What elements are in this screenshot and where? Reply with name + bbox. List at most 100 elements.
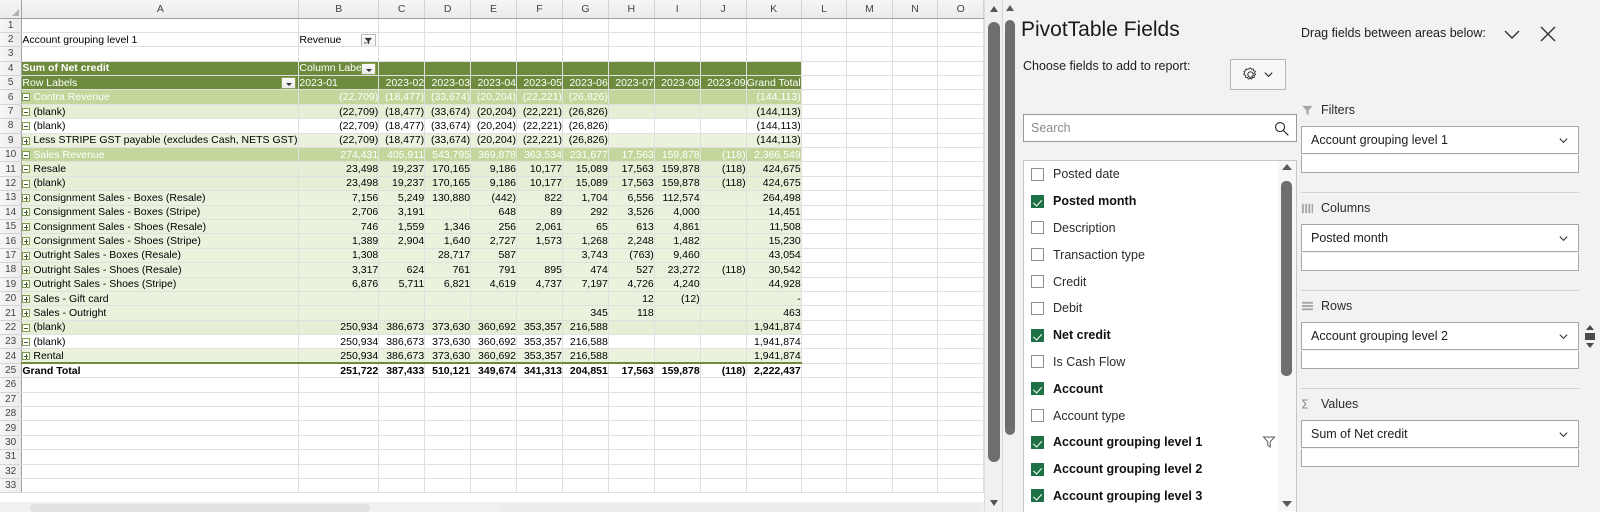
empty-cell[interactable] <box>937 18 984 33</box>
empty-cell[interactable] <box>937 363 984 379</box>
pivot-value-cell[interactable] <box>378 305 426 321</box>
pivot-value-cell[interactable] <box>608 334 655 350</box>
pivot-value-cell[interactable]: (18,477) <box>378 118 426 134</box>
empty-cell[interactable] <box>937 277 984 292</box>
empty-cell[interactable] <box>746 392 802 408</box>
empty-cell[interactable] <box>424 32 472 48</box>
row-header-3[interactable]: 3 <box>0 46 23 62</box>
empty-cell[interactable] <box>937 61 984 77</box>
pivot-value-cell[interactable]: 1,941,874 <box>746 348 802 364</box>
empty-cell[interactable] <box>378 449 426 465</box>
pivot-value-cell[interactable]: - <box>746 291 802 307</box>
empty-cell[interactable] <box>21 435 300 451</box>
field-list-item-transaction-type[interactable]: Transaction type <box>1024 241 1296 268</box>
field-list-item-is-cash-flow[interactable]: Is Cash Flow <box>1024 349 1296 376</box>
empty-cell[interactable] <box>470 18 518 33</box>
pivot-value-cell[interactable] <box>654 305 701 321</box>
empty-cell[interactable] <box>846 190 893 206</box>
collapse-icon[interactable] <box>22 150 31 159</box>
pivot-value-cell[interactable]: (442) <box>470 190 518 206</box>
empty-cell[interactable] <box>700 478 747 494</box>
empty-cell[interactable] <box>21 392 300 408</box>
empty-cell[interactable] <box>801 190 848 206</box>
column-header-I[interactable]: I <box>654 0 701 19</box>
empty-cell[interactable] <box>801 219 848 235</box>
empty-cell[interactable] <box>298 420 380 436</box>
empty-cell[interactable] <box>846 449 893 465</box>
row-header-14[interactable]: 14 <box>0 205 23 220</box>
pivot-header-cell[interactable] <box>746 61 802 77</box>
pivot-value-cell[interactable]: 373,630 <box>424 348 472 364</box>
empty-cell[interactable] <box>937 46 984 62</box>
field-list-scroll-up-icon[interactable] <box>1282 164 1292 170</box>
empty-cell[interactable] <box>937 464 984 480</box>
checkbox-debit[interactable] <box>1031 301 1044 315</box>
checkbox-posted-date[interactable] <box>1031 167 1044 181</box>
empty-cell[interactable] <box>298 18 380 33</box>
column-header-H[interactable]: H <box>608 0 655 19</box>
pivot-value-cell[interactable]: 3,743 <box>562 248 609 264</box>
empty-cell[interactable] <box>21 406 300 422</box>
pivot-value-cell[interactable] <box>700 305 747 321</box>
empty-cell[interactable] <box>892 161 939 177</box>
pivot-value-cell[interactable]: 216,588 <box>562 334 609 350</box>
empty-cell[interactable] <box>892 464 939 480</box>
pivot-value-cell[interactable]: 159,878 <box>654 147 701 163</box>
row-header-33[interactable]: 33 <box>0 478 23 494</box>
empty-cell[interactable] <box>21 449 300 465</box>
empty-cell[interactable] <box>892 147 939 163</box>
empty-cell[interactable] <box>892 118 939 134</box>
pivot-value-cell[interactable]: (20,204) <box>470 89 518 105</box>
column-header-O[interactable]: O <box>937 0 984 19</box>
field-list-item-credit[interactable]: Credit <box>1024 268 1296 295</box>
pivot-row-label[interactable]: Outright Sales - Shoes (Resale) <box>21 262 300 278</box>
checkbox-is-cash-flow[interactable] <box>1031 355 1044 369</box>
empty-cell[interactable] <box>892 334 939 350</box>
row-header-11[interactable]: 11 <box>0 161 23 177</box>
horizontal-scroll-thumb-left[interactable] <box>30 504 370 512</box>
empty-cell[interactable] <box>746 18 802 33</box>
pivot-value-cell[interactable] <box>700 334 747 350</box>
pivot-value-cell[interactable] <box>700 219 747 235</box>
empty-cell[interactable] <box>801 377 848 393</box>
empty-cell[interactable] <box>801 205 848 220</box>
checkbox-credit[interactable] <box>1031 275 1044 289</box>
empty-cell[interactable] <box>700 449 747 465</box>
pivot-value-cell[interactable]: 23,272 <box>654 262 701 278</box>
pivot-value-cell[interactable]: 463 <box>746 305 802 321</box>
empty-cell[interactable] <box>21 420 300 436</box>
pivot-value-cell[interactable]: 251,722 <box>298 362 380 379</box>
row-header-29[interactable]: 29 <box>0 420 23 436</box>
pivot-row-label[interactable]: (blank) <box>21 104 300 120</box>
collapse-icon[interactable] <box>22 179 31 188</box>
empty-cell[interactable] <box>892 46 939 62</box>
empty-cell[interactable] <box>470 435 518 451</box>
empty-cell[interactable] <box>892 133 939 149</box>
empty-cell[interactable] <box>801 305 848 321</box>
pivot-value-cell[interactable] <box>424 305 472 321</box>
collapse-icon[interactable] <box>22 107 31 116</box>
checkbox-account-grouping-level-1[interactable] <box>1031 435 1044 449</box>
pivot-value-cell[interactable]: 345 <box>562 305 609 321</box>
pivot-value-cell[interactable]: 204,851 <box>562 362 609 379</box>
empty-cell[interactable] <box>516 420 563 436</box>
pivot-value-cell[interactable]: 12 <box>608 291 655 307</box>
empty-cell[interactable] <box>21 377 300 393</box>
report-filter-value[interactable]: Revenue <box>298 31 380 48</box>
pivot-value-cell[interactable]: 341,313 <box>516 362 563 379</box>
column-header-G[interactable]: G <box>562 0 609 19</box>
empty-cell[interactable] <box>801 435 848 451</box>
empty-cell[interactable] <box>892 89 939 105</box>
empty-cell[interactable] <box>892 277 939 292</box>
empty-cell[interactable] <box>892 478 939 494</box>
empty-cell[interactable] <box>654 478 701 494</box>
expand-icon[interactable] <box>22 266 31 275</box>
empty-cell[interactable] <box>562 478 609 494</box>
empty-cell[interactable] <box>892 190 939 206</box>
pivot-value-cell[interactable]: 474 <box>562 262 609 278</box>
pivot-value-cell[interactable]: 159,878 <box>654 362 701 379</box>
empty-cell[interactable] <box>424 449 472 465</box>
pivot-value-cell[interactable]: 373,630 <box>424 320 472 336</box>
pivot-column-header[interactable]: 2023-05 <box>516 75 563 91</box>
empty-cell[interactable] <box>424 435 472 451</box>
